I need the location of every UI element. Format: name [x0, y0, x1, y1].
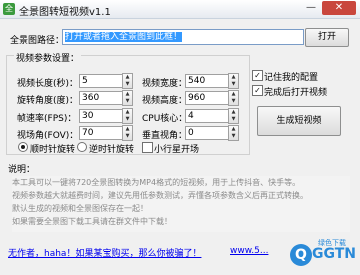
cpu-input[interactable]: 4 — [185, 109, 229, 123]
angle-spinner[interactable]: ▲ ▼ — [122, 90, 133, 106]
height-label: 视频高度： — [142, 96, 188, 106]
vertical-angle-input[interactable]: 0 — [185, 126, 229, 140]
window-title: 全景图转短视频v1.1 — [19, 7, 111, 18]
notes-line: 本工具可以一键将720全景图转换为MP4格式的短视频，用于上传抖音、快手等。 — [12, 178, 301, 187]
logo-icon: Q — [290, 244, 312, 266]
planet-intro-label: 小行星开场 — [154, 145, 200, 155]
panorama-path-input[interactable]: 打开或者拖入全景图到此框！ — [62, 29, 304, 45]
path-label: 全景图路径： — [10, 36, 65, 46]
clockwise-label: 顺时针旋转 — [30, 145, 76, 155]
params-group-title: 视频参数设置： — [14, 51, 82, 64]
clockwise-radio[interactable] — [18, 142, 28, 152]
width-input[interactable]: 540 — [185, 74, 229, 88]
planet-intro-checkbox[interactable] — [142, 142, 153, 153]
fov-spinner[interactable]: ▲ ▼ — [122, 125, 133, 141]
cpu-label: CPU核心： — [142, 114, 188, 124]
watermark-logo: Q GGTN 绿色下载 — [290, 238, 356, 272]
notes-text: 本工具可以一键将720全景图转换为MP4格式的短视频，用于上传抖音、快手等。 视… — [12, 176, 350, 232]
logo-caption: 绿色下载 — [318, 239, 346, 247]
website-link[interactable]: www.5... — [230, 246, 268, 256]
open-button[interactable]: 打开 — [305, 28, 349, 47]
open-after-label: 完成后打开视频 — [264, 88, 328, 98]
path-input-value: 打开或者拖入全景图到此框！ — [65, 32, 183, 42]
vertical-angle-spinner[interactable]: ▲ ▼ — [228, 125, 239, 141]
counterclockwise-label: 逆时针旋转 — [89, 145, 135, 155]
width-spinner[interactable]: ▲ ▼ — [228, 73, 239, 89]
remember-config-label: 记住我的配置 — [264, 73, 319, 83]
generate-video-button[interactable]: 生成短视频 — [257, 106, 341, 136]
open-after-checkbox[interactable]: ✓ — [252, 85, 263, 96]
fps-input[interactable]: 30 — [79, 109, 123, 123]
height-input[interactable]: 960 — [185, 91, 229, 105]
fps-label: 帧速率(FPS)： — [17, 114, 77, 124]
title-bar: 全 全景图转短视频v1.1 — ✕ — [0, 0, 360, 19]
fov-label: 视场角(FOV)： — [17, 131, 79, 141]
fps-spinner[interactable]: ▲ ▼ — [122, 108, 133, 124]
author-link[interactable]: 无作者，haha！如果某宝购买，那么你被骗了！ — [8, 246, 201, 259]
counterclockwise-radio[interactable] — [77, 142, 87, 152]
notes-line: 默认生成的视频和全景图保存在一起！ — [12, 204, 148, 213]
notes-line: 如果需要全景图下载工具请在群文件中下载！ — [12, 217, 172, 226]
length-label: 视频长度(秒)： — [17, 79, 79, 89]
width-label: 视频宽度： — [142, 79, 188, 89]
angle-label: 旋转角度(度)： — [17, 96, 79, 106]
height-spinner[interactable]: ▲ ▼ — [228, 90, 239, 106]
notes-line: 视频参数越大就越费时间，建议先用低参数测试，弄懂各项参数含义后再正式转换。 — [12, 191, 308, 200]
remember-config-checkbox[interactable]: ✓ — [252, 70, 263, 81]
minimize-button[interactable]: — — [300, 1, 322, 15]
cpu-spinner[interactable]: ▲ ▼ — [228, 108, 239, 124]
close-button[interactable]: ✕ — [322, 1, 356, 15]
logo-text: GGTN — [312, 246, 357, 262]
vertical-angle-label: 垂直视角： — [142, 131, 188, 141]
notes-title: 说明： — [8, 165, 36, 175]
length-input[interactable]: 5 — [79, 74, 123, 88]
angle-input[interactable]: 360 — [79, 91, 123, 105]
length-spinner[interactable]: ▲ ▼ — [122, 73, 133, 89]
fov-input[interactable]: 70 — [79, 126, 123, 140]
app-icon: 全 — [3, 3, 15, 15]
